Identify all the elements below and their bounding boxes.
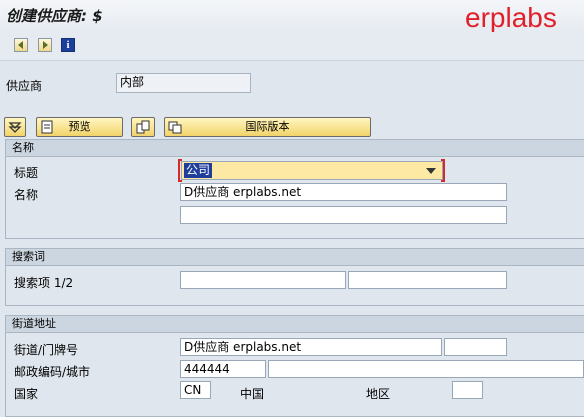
application-toolbar: i — [0, 32, 584, 61]
region-label: 地区 — [366, 387, 391, 401]
country-label: 国家 — [14, 387, 39, 401]
international-icon — [168, 121, 182, 134]
info-icon[interactable]: i — [61, 38, 75, 52]
focus-bracket-right — [441, 159, 445, 182]
search-term-label: 搜索项 1/2 — [14, 276, 74, 290]
postal-code-field[interactable]: 444444 — [180, 360, 266, 378]
collapse-icon — [8, 122, 22, 133]
next-screen-icon[interactable] — [38, 38, 52, 52]
brand-watermark: erplabs — [465, 2, 557, 33]
country-name: 中国 — [240, 387, 265, 401]
window-title: 创建供应商: $ — [6, 7, 103, 25]
international-label: 国际版本 — [245, 120, 290, 133]
vendor-label: 供应商 — [6, 79, 43, 93]
copy-icon — [136, 120, 150, 134]
button-bar: 预览 国际版本 — [0, 116, 584, 138]
street-field[interactable]: D供应商 erplabs.net — [180, 338, 442, 356]
street-label: 街道/门牌号 — [14, 343, 79, 357]
document-icon — [41, 120, 53, 134]
vendor-field: 内部 — [116, 73, 251, 93]
prev-screen-icon[interactable] — [14, 38, 28, 52]
preview-button[interactable]: 预览 — [36, 117, 123, 137]
title-select[interactable]: 公司 — [181, 161, 443, 180]
dropdown-arrow-icon[interactable] — [426, 168, 436, 174]
preview-label: 预览 — [68, 120, 91, 133]
country-field[interactable]: CN — [180, 381, 211, 399]
search-term-2-field[interactable] — [348, 271, 507, 289]
name-group-header: 名称 — [6, 140, 584, 157]
name-field-1[interactable]: D供应商 erplabs.net — [180, 183, 507, 201]
search-term-1-field[interactable] — [180, 271, 346, 289]
search-group-header: 搜索词 — [6, 249, 584, 266]
collapse-button[interactable] — [4, 117, 26, 137]
name-field-2[interactable] — [180, 206, 507, 224]
address-group-header: 街道地址 — [6, 316, 584, 333]
postal-city-label: 邮政编码/城市 — [14, 365, 91, 379]
region-field[interactable] — [452, 381, 483, 399]
international-version-button[interactable]: 国际版本 — [164, 117, 371, 137]
city-field[interactable] — [268, 360, 584, 378]
title-select-value: 公司 — [184, 163, 213, 178]
house-number-field[interactable] — [444, 338, 507, 356]
title-label: 标题 — [14, 166, 39, 180]
copy-button[interactable] — [131, 117, 155, 137]
name-label: 名称 — [14, 188, 39, 202]
title-bar: 创建供应商: $ erplabs — [0, 0, 584, 33]
